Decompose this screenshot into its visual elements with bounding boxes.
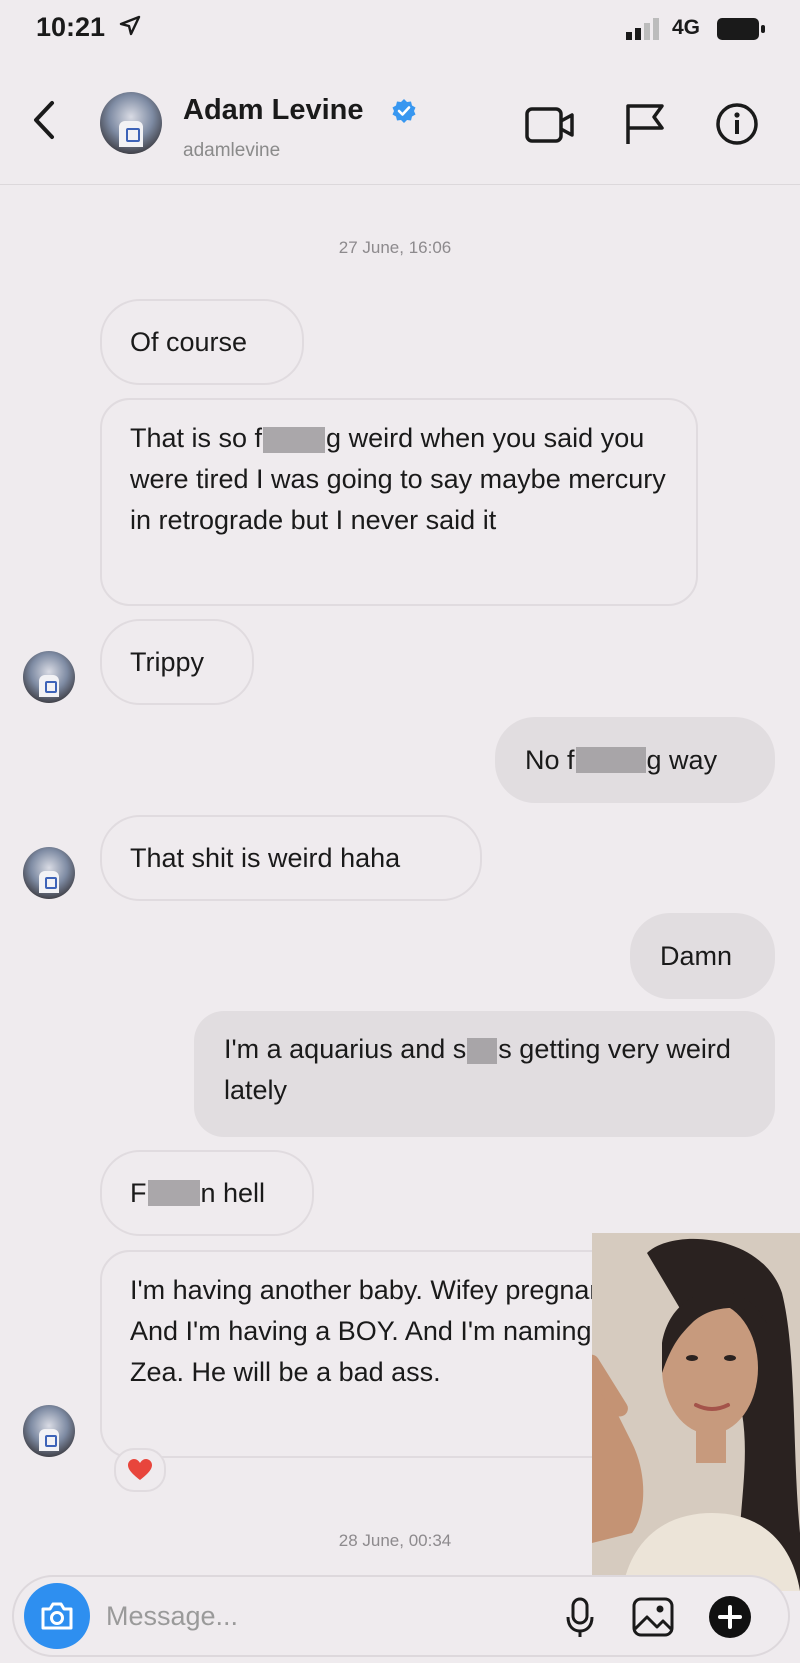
censor-blur	[467, 1037, 498, 1064]
censor-blur	[263, 426, 326, 453]
signal-icon	[626, 18, 659, 40]
message-text: That is so f	[130, 423, 263, 453]
message-bubble-sent[interactable]: No f g way	[495, 717, 775, 803]
censor-blur	[147, 1180, 200, 1206]
camera-icon	[41, 1602, 73, 1630]
chat-timestamp: 27 June, 16:06	[338, 238, 452, 257]
battery-icon	[717, 18, 765, 40]
message-text: F	[130, 1177, 147, 1208]
verified-badge-icon	[392, 99, 416, 123]
heart-icon	[128, 1459, 152, 1480]
message-bubble-sent[interactable]: I'm a aquarius and ss getting very weird…	[194, 1011, 775, 1137]
back-chevron-icon[interactable]	[30, 100, 58, 140]
contact-avatar[interactable]	[100, 92, 162, 154]
heart-reaction[interactable]	[114, 1448, 166, 1492]
message-bubble-received[interactable]: That is so fg weird when you said you we…	[100, 398, 698, 606]
message-bubble-received[interactable]: That shit is weird haha	[100, 815, 482, 901]
status-bar: 10:21 4G	[0, 0, 800, 62]
message-text: I'm a aquarius and s	[224, 1034, 467, 1064]
location-arrow-icon	[119, 15, 141, 36]
sender-avatar[interactable]	[23, 651, 75, 703]
message-composer	[12, 1575, 790, 1657]
message-text: Of course	[130, 326, 248, 357]
contact-handle: adamlevine	[183, 140, 281, 161]
add-plus-icon[interactable]	[708, 1595, 752, 1639]
message-bubble-received[interactable]: Of course	[100, 299, 304, 385]
sender-avatar[interactable]	[23, 1405, 75, 1457]
sender-avatar[interactable]	[23, 847, 75, 899]
network-label: 4G	[672, 16, 701, 39]
chat-header: Adam Levine adamlevine	[0, 62, 800, 185]
message-bubble-sent[interactable]: Damn	[630, 913, 775, 999]
message-text: Trippy	[130, 646, 205, 677]
microphone-icon[interactable]	[566, 1597, 594, 1639]
message-input[interactable]	[104, 1595, 508, 1637]
person-illustration	[592, 1233, 800, 1591]
message-text: I'm having another baby. Wifey pregnant!…	[130, 1275, 643, 1387]
info-icon[interactable]	[715, 102, 759, 146]
message-bubble-received[interactable]: Trippy	[100, 619, 254, 705]
video-call-icon[interactable]	[525, 106, 575, 144]
message-text: n hell	[200, 1177, 266, 1208]
gallery-icon[interactable]	[632, 1597, 674, 1637]
overlay-video-person	[592, 1233, 800, 1591]
contact-name[interactable]: Adam Levine	[183, 94, 364, 127]
message-text: That shit is weird haha	[130, 842, 401, 873]
message-text: Damn	[660, 940, 733, 971]
message-text: No f	[525, 744, 575, 775]
status-time: 10:21	[36, 12, 106, 42]
camera-button[interactable]	[24, 1583, 90, 1649]
message-bubble-received[interactable]: Fn hell	[100, 1150, 314, 1236]
message-text: g way	[646, 744, 718, 775]
report-flag-icon[interactable]	[624, 102, 666, 146]
censor-blur	[575, 747, 646, 773]
